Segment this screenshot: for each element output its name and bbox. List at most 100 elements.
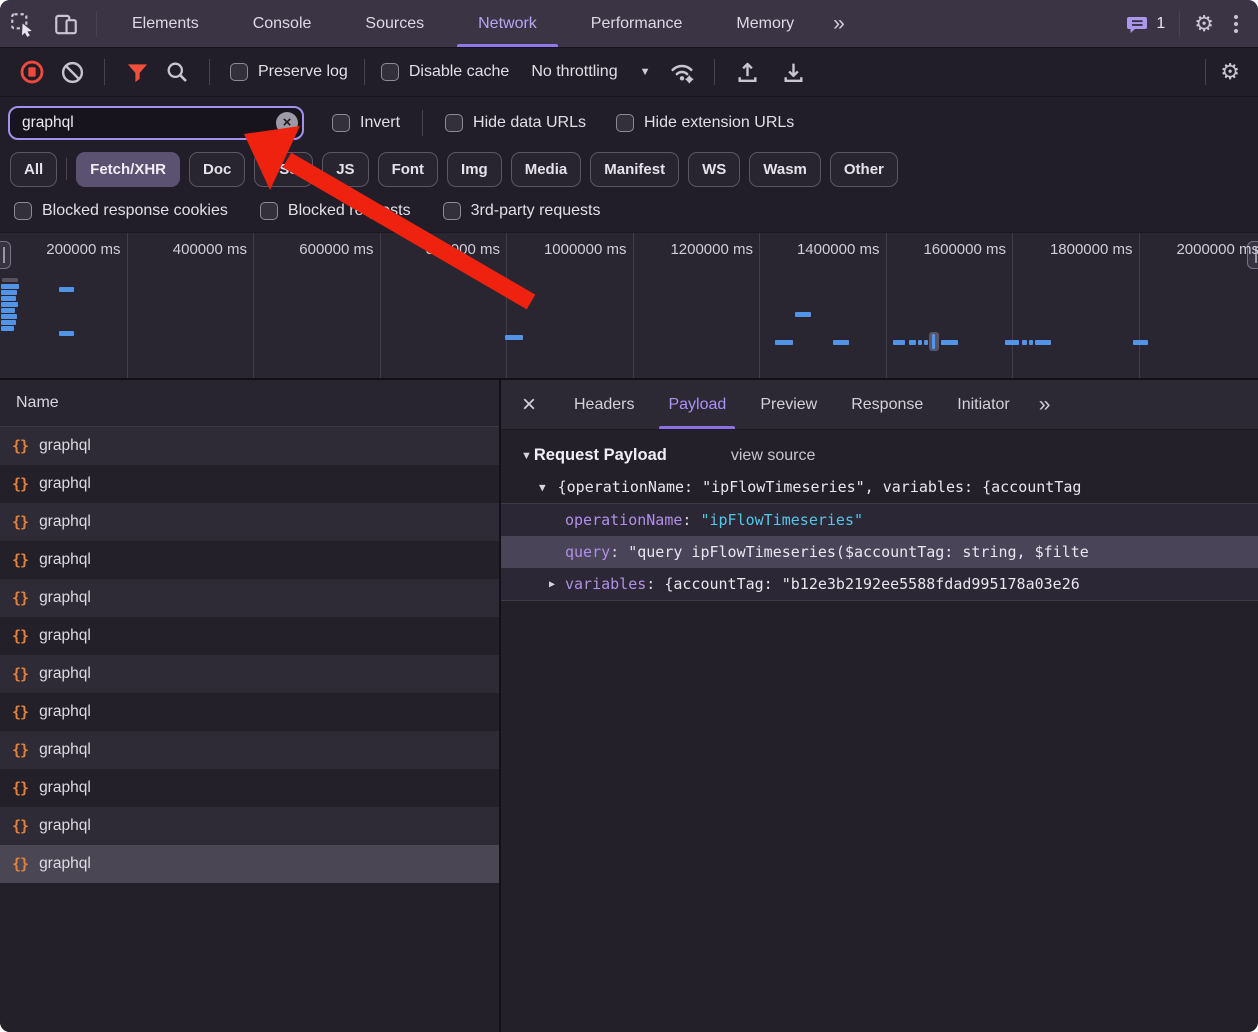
requests-panel: Name {}graphql{}graphql{}graphql{}graphq… [0, 380, 501, 1032]
network-toolbar: Preserve log Disable cache No throttling… [0, 48, 1258, 97]
chevron-down-icon: ▼ [640, 66, 651, 78]
name-column-header[interactable]: Name [0, 380, 499, 427]
request-name: graphql [39, 703, 91, 721]
disable-cache-checkbox[interactable]: Disable cache [381, 63, 510, 81]
tab-console[interactable]: Console [226, 0, 339, 47]
issues-count: 1 [1156, 15, 1165, 33]
device-toolbar-button[interactable] [44, 0, 88, 47]
filter-chip-wasm[interactable]: Wasm [749, 152, 821, 187]
request-name: graphql [39, 589, 91, 607]
table-row[interactable]: {}graphql [0, 807, 499, 845]
funnel-icon [126, 61, 149, 84]
table-row[interactable]: {}graphql [0, 845, 499, 883]
table-row[interactable]: {}graphql [0, 579, 499, 617]
network-settings-gear-icon[interactable]: ⚙ [1220, 61, 1240, 83]
clear-network-log-button[interactable] [52, 54, 92, 90]
detail-tab-headers[interactable]: Headers [557, 380, 651, 429]
hide-data-urls-label: Hide data URLs [473, 114, 586, 132]
invert-checkbox[interactable]: Invert [332, 114, 400, 132]
payload-colon: : [646, 575, 664, 593]
filter-chip-fetch-xhr[interactable]: Fetch/XHR [76, 152, 180, 187]
filter-input[interactable] [8, 106, 304, 140]
tab-network[interactable]: Network [451, 0, 564, 47]
payload-preview-row[interactable]: ▼ {operationName: "ipFlowTimeseries", va… [501, 471, 1258, 503]
filter-chip-doc[interactable]: Doc [189, 152, 245, 187]
settings-gear-icon[interactable]: ⚙ [1194, 13, 1214, 35]
detail-tab-preview[interactable]: Preview [743, 380, 834, 429]
table-row[interactable]: {}graphql [0, 503, 499, 541]
table-row[interactable]: {}graphql [0, 541, 499, 579]
filter-box: × [8, 106, 304, 140]
filter-chip-js[interactable]: JS [322, 152, 368, 187]
timeline-gridline [506, 233, 507, 378]
table-row[interactable]: {}graphql [0, 465, 499, 503]
detail-tabs: HeadersPayloadPreviewResponseInitiator [557, 380, 1027, 429]
detail-tab-initiator[interactable]: Initiator [940, 380, 1026, 429]
payload-key: variables [565, 575, 646, 593]
search-button[interactable] [157, 54, 197, 90]
tab-memory[interactable]: Memory [709, 0, 821, 47]
request-payload-section[interactable]: ▼ Request Payload view source [501, 430, 1258, 471]
filter-chip-img[interactable]: Img [447, 152, 502, 187]
more-tabs-button[interactable]: » [821, 0, 855, 47]
tab-sources[interactable]: Sources [338, 0, 451, 47]
issues-button[interactable]: 1 [1125, 12, 1165, 36]
filter-chip-manifest[interactable]: Manifest [590, 152, 679, 187]
chip-separator [66, 158, 67, 180]
payload-entry-query[interactable]: query: "query ipFlowTimeseries($accountT… [501, 536, 1258, 568]
blocked-response-cookies-checkbox[interactable]: Blocked response cookies [14, 202, 228, 220]
payload-colon: : [682, 511, 700, 529]
network-conditions-button[interactable] [662, 54, 702, 90]
hide-data-urls-checkbox[interactable]: Hide data URLs [445, 114, 586, 132]
json-braces-icon: {} [12, 855, 28, 873]
inspect-element-button[interactable] [0, 0, 44, 47]
filter-chip-font[interactable]: Font [378, 152, 438, 187]
tab-elements[interactable]: Elements [105, 0, 226, 47]
overview-handle-left[interactable] [0, 241, 11, 269]
payload-entry-operationName[interactable]: operationName: "ipFlowTimeseries" [501, 504, 1258, 536]
throttling-select[interactable]: No throttling ▼ [531, 63, 650, 81]
timeline-request-bar [1022, 340, 1027, 345]
clear-filter-icon[interactable]: × [276, 112, 298, 134]
timeline-request-bar [1, 308, 15, 313]
timeline-request-bar [1, 284, 19, 289]
network-overview-timeline[interactable]: 200000 ms400000 ms600000 ms800000 ms1000… [0, 232, 1258, 380]
filter-chip-css[interactable]: CSS [254, 152, 313, 187]
close-details-button[interactable]: × [501, 380, 557, 429]
timeline-request-bar [1029, 340, 1033, 345]
timeline-tick-label: 1800000 ms [1023, 241, 1133, 258]
table-row[interactable]: {}graphql [0, 693, 499, 731]
detail-tab-response[interactable]: Response [834, 380, 940, 429]
filter-button[interactable] [117, 54, 157, 90]
filter-chip-ws[interactable]: WS [688, 152, 740, 187]
blocked-requests-checkbox[interactable]: Blocked requests [260, 202, 411, 220]
record-network-log-button[interactable] [12, 54, 52, 90]
table-row[interactable]: {}graphql [0, 427, 499, 465]
preserve-log-checkbox[interactable]: Preserve log [230, 63, 348, 81]
device-toolbar-icon [53, 11, 79, 37]
table-row[interactable]: {}graphql [0, 731, 499, 769]
import-har-button[interactable] [727, 54, 767, 90]
payload-key: query [565, 543, 610, 561]
inspect-cursor-icon [9, 11, 35, 37]
detail-tab-payload[interactable]: Payload [651, 380, 743, 429]
tab-performance[interactable]: Performance [564, 0, 710, 47]
hide-extension-urls-checkbox[interactable]: Hide extension URLs [616, 114, 794, 132]
filter-chip-other[interactable]: Other [830, 152, 898, 187]
table-row[interactable]: {}graphql [0, 655, 499, 693]
request-details-panel: × HeadersPayloadPreviewResponseInitiator… [501, 380, 1258, 1032]
main-menu-dots-icon[interactable] [1228, 15, 1244, 33]
table-row[interactable]: {}graphql [0, 617, 499, 655]
triangle-right-icon[interactable]: ▶ [549, 579, 555, 590]
more-detail-tabs-button[interactable]: » [1027, 380, 1061, 429]
main-tabs: ElementsConsoleSourcesNetworkPerformance… [105, 0, 821, 47]
payload-value: "ipFlowTimeseries" [700, 511, 863, 529]
filter-chip-media[interactable]: Media [511, 152, 582, 187]
third-party-requests-checkbox[interactable]: 3rd-party requests [443, 202, 601, 220]
table-row[interactable]: {}graphql [0, 769, 499, 807]
filter-chip-all[interactable]: All [10, 152, 57, 187]
export-har-button[interactable] [773, 54, 813, 90]
view-source-link[interactable]: view source [731, 447, 815, 465]
payload-entry-variables[interactable]: ▶variables: {accountTag: "b12e3b2192ee55… [501, 568, 1258, 600]
timeline-tick-label: 400000 ms [137, 241, 247, 258]
